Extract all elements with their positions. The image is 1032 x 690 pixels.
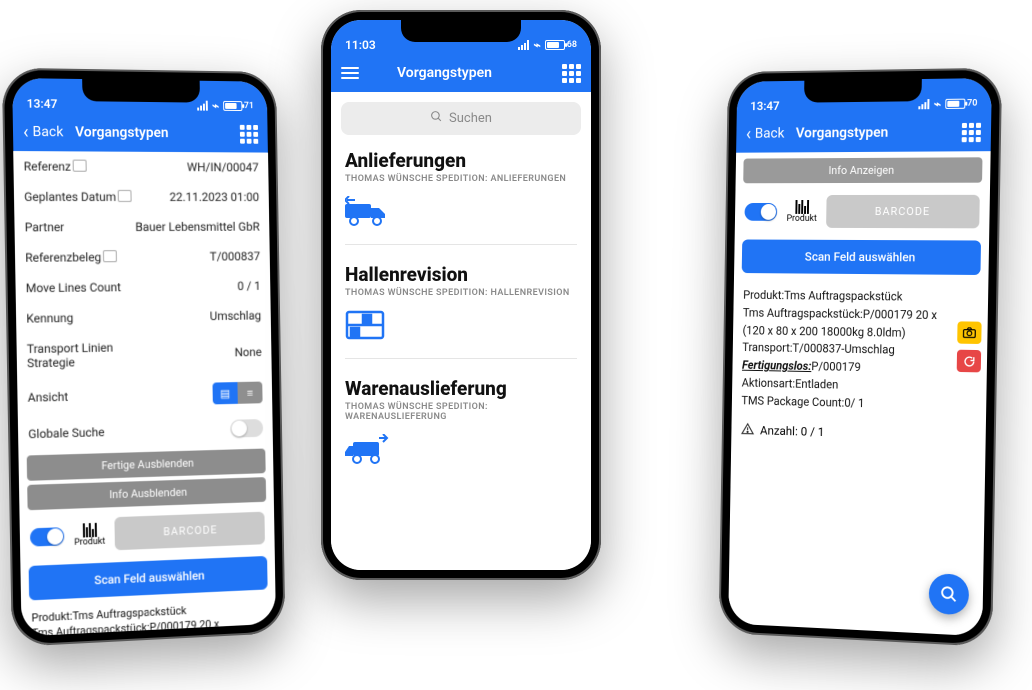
card-title: Warenauslieferung — [345, 377, 577, 400]
field-ansicht: Ansicht ▤ ≡ — [17, 373, 272, 417]
search-input[interactable]: Suchen — [341, 102, 581, 135]
search-icon — [430, 110, 443, 127]
status-time: 13:47 — [750, 99, 780, 113]
anzahl-label: Anzahl: 0 / 1 — [760, 424, 825, 440]
truck-out-icon — [345, 434, 577, 468]
warning-icon — [741, 422, 755, 439]
grid-icon — [962, 122, 981, 141]
hamburger-icon — [341, 67, 359, 79]
device-notch — [804, 79, 922, 103]
type-card-anlieferungen[interactable]: Anlieferungen THOMAS WÜNSCHE SPEDITION: … — [345, 149, 577, 245]
apps-button[interactable] — [533, 64, 581, 83]
shelf-icon — [345, 310, 577, 344]
nav-bar: Vorgangstypen — [331, 54, 591, 92]
page-title: Vorgangstypen — [71, 124, 212, 141]
scan-controls: Produkt BARCODE — [735, 189, 990, 235]
copy-icon[interactable] — [120, 192, 132, 202]
grid-icon — [240, 124, 258, 143]
phone-mockup-left: 13:47 ⌁ 71 ‹ Back Vorgangstypen — [2, 68, 286, 647]
camera-button[interactable] — [957, 321, 981, 344]
chevron-left-icon: ‹ — [746, 123, 752, 144]
product-details: Produkt:Tms Auftragspackstück Tms Auftra… — [21, 595, 276, 636]
device-notch — [82, 79, 200, 103]
card-title: Hallenrevision — [345, 263, 577, 286]
refresh-button[interactable] — [957, 350, 981, 373]
nav-bar: ‹ Back Vorgangstypen — [13, 113, 268, 153]
scan-controls: Produkt BARCODE — [20, 505, 275, 560]
copy-icon[interactable] — [105, 252, 117, 262]
barcode-icon — [82, 522, 96, 537]
card-title: Anlieferungen — [345, 149, 577, 172]
status-time: 13:47 — [27, 96, 58, 111]
field-refbeleg: Referenzbeleg T/000837 — [15, 241, 270, 273]
back-label: Back — [32, 124, 63, 140]
globale-suche-toggle[interactable] — [230, 419, 263, 438]
menu-button[interactable] — [341, 67, 389, 79]
page-title: Vorgangstypen — [792, 124, 933, 141]
produkt-chip: Produkt — [74, 522, 105, 547]
signal-icon — [518, 40, 529, 50]
fertige-ausblenden-button[interactable]: Fertige Ausblenden — [27, 449, 266, 481]
back-button[interactable]: ‹ Back — [746, 123, 792, 144]
apps-button[interactable] — [212, 124, 258, 143]
copy-icon[interactable] — [75, 162, 87, 172]
scan-details: Produkt:Tms Auftragspackstück Tms Auftra… — [732, 279, 989, 424]
device-notch — [401, 20, 521, 42]
back-button[interactable]: ‹ Back — [23, 121, 71, 143]
field-strategie: Transport Linien Strategie None — [17, 330, 272, 379]
scan-content: Info Anzeigen Produkt BARCODE Scan Feld … — [728, 151, 990, 636]
wifi-icon: ⌁ — [212, 99, 219, 113]
card-subtitle: THOMAS WÜNSCHE SPEDITION: WARENAUSLIEFER… — [345, 402, 577, 422]
grid-icon — [562, 64, 581, 83]
view-grid-button[interactable]: ≡ — [237, 382, 262, 404]
battery-icon: 70 — [945, 98, 978, 109]
wifi-icon: ⌁ — [533, 38, 540, 52]
type-list: Suchen Anlieferungen THOMAS WÜNSCHE SPED… — [331, 92, 591, 570]
wifi-icon: ⌁ — [934, 97, 941, 111]
field-datum: Geplantes Datum 22.11.2023 01:00 — [14, 182, 269, 212]
back-label: Back — [755, 126, 785, 142]
status-time: 11:03 — [345, 38, 376, 52]
type-card-hallenrevision[interactable]: Hallenrevision THOMAS WÜNSCHE SPEDITION:… — [345, 263, 577, 359]
barcode-icon — [795, 200, 809, 214]
produkt-toggle[interactable] — [30, 527, 64, 547]
view-list-button[interactable]: ▤ — [212, 382, 237, 404]
page-title: Vorgangstypen — [389, 65, 533, 81]
chevron-left-icon: ‹ — [23, 121, 29, 142]
produkt-toggle[interactable] — [744, 202, 777, 220]
field-movelines: Move Lines Count 0 / 1 — [15, 271, 270, 304]
field-referenz: Referenz WH/IN/00047 — [13, 151, 268, 182]
field-kennung: Kennung Umschlag — [16, 301, 271, 334]
type-card-warenauslieferung[interactable]: Warenauslieferung THOMAS WÜNSCHE SPEDITI… — [345, 377, 577, 482]
card-subtitle: THOMAS WÜNSCHE SPEDITION: ANLIEFERUNGEN — [345, 174, 577, 184]
search-fab[interactable] — [929, 573, 970, 615]
nav-bar: ‹ Back Vorgangstypen — [736, 113, 991, 153]
scan-feld-button[interactable]: Scan Feld auswählen — [29, 556, 268, 601]
info-anzeigen-button[interactable]: Info Anzeigen — [743, 157, 982, 183]
truck-in-icon — [345, 196, 577, 230]
produkt-chip: Produkt — [787, 199, 818, 223]
scan-feld-button[interactable]: Scan Feld auswählen — [742, 239, 981, 275]
field-partner: Partner Bauer Lebensmittel GbR — [14, 212, 269, 243]
info-ausblenden-button[interactable]: Info Ausblenden — [27, 477, 266, 510]
apps-button[interactable] — [933, 122, 981, 142]
card-subtitle: THOMAS WÜNSCHE SPEDITION: HALLENREVISION — [345, 288, 577, 298]
signal-icon — [919, 99, 930, 109]
field-globale-suche: Globale Suche — [18, 411, 273, 452]
battery-icon: 68 — [545, 40, 577, 50]
search-placeholder: Suchen — [449, 111, 492, 126]
barcode-button[interactable]: BARCODE — [826, 195, 979, 228]
detail-content: Referenz WH/IN/00047 Geplantes Datum 22.… — [13, 151, 275, 636]
signal-icon — [198, 101, 209, 111]
barcode-button[interactable]: BARCODE — [115, 512, 265, 551]
phone-mockup-middle: 11:03 ⌁ 68 Vorgangstypen — [321, 10, 601, 580]
battery-icon: 71 — [223, 101, 254, 111]
phone-mockup-right: 13:47 ⌁ 70 ‹ Back Vorgangstypen — [719, 68, 1003, 647]
